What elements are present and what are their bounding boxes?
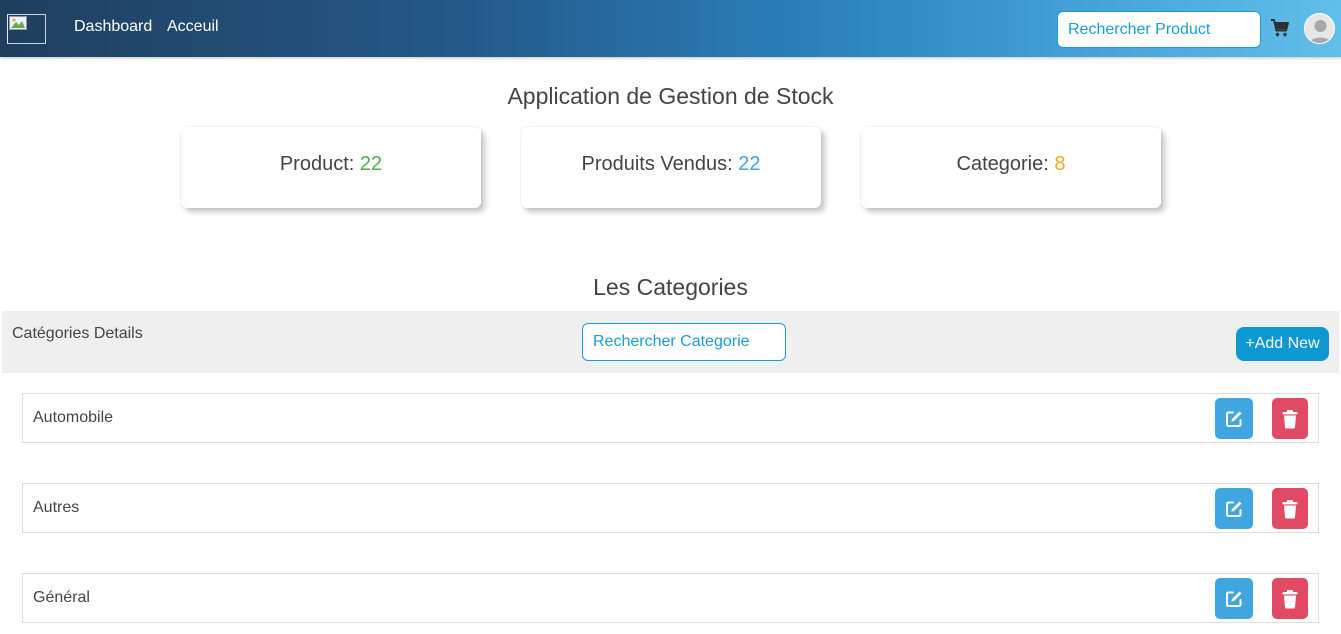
stat-label: Categorie:	[956, 153, 1049, 175]
stat-card-categories: Categorie: 8	[861, 127, 1161, 208]
category-search-input[interactable]	[593, 324, 773, 360]
trash-icon	[1282, 499, 1298, 519]
stat-label: Produits Vendus:	[581, 153, 733, 175]
top-navbar: Dashboard Acceuil	[0, 0, 1341, 57]
product-search-input[interactable]	[1068, 12, 1248, 47]
add-new-button[interactable]: +Add New	[1236, 327, 1329, 361]
stat-value: 22	[738, 153, 761, 175]
category-name: Autres	[33, 499, 80, 516]
delete-button[interactable]	[1272, 488, 1308, 529]
category-name: Général	[33, 589, 90, 606]
edit-button[interactable]	[1215, 398, 1253, 439]
category-row: Automobile	[22, 393, 1319, 443]
nav-link-dashboard[interactable]: Dashboard	[74, 18, 152, 36]
category-row: Général	[22, 573, 1319, 623]
stat-card-products: Product: 22	[181, 127, 481, 208]
categories-details-bar: Catégories Details +Add New	[2, 311, 1339, 373]
edit-button[interactable]	[1215, 578, 1253, 619]
edit-icon	[1226, 411, 1242, 427]
stat-value: 8	[1054, 153, 1066, 175]
section-title: Les Categories	[593, 274, 748, 300]
details-label: Catégories Details	[12, 325, 143, 342]
delete-button[interactable]	[1272, 578, 1308, 619]
user-avatar-icon[interactable]	[1304, 13, 1335, 44]
delete-button[interactable]	[1272, 398, 1308, 439]
stat-card-sold: Produits Vendus: 22	[521, 127, 821, 208]
logo-broken-image[interactable]	[7, 14, 46, 44]
cart-icon[interactable]	[1270, 18, 1290, 38]
category-search-box	[582, 323, 786, 361]
trash-icon	[1282, 409, 1298, 429]
trash-icon	[1282, 589, 1298, 609]
category-row: Autres	[22, 483, 1319, 533]
category-name: Automobile	[33, 409, 114, 426]
edit-icon	[1226, 501, 1242, 517]
stat-value: 22	[359, 153, 383, 175]
edit-icon	[1226, 591, 1242, 607]
nav-link-acceuil[interactable]: Acceuil	[167, 18, 219, 36]
stat-label: Product:	[279, 153, 355, 175]
edit-button[interactable]	[1215, 488, 1253, 529]
app-title: Application de Gestion de Stock	[507, 83, 834, 109]
product-search-box	[1057, 11, 1261, 48]
